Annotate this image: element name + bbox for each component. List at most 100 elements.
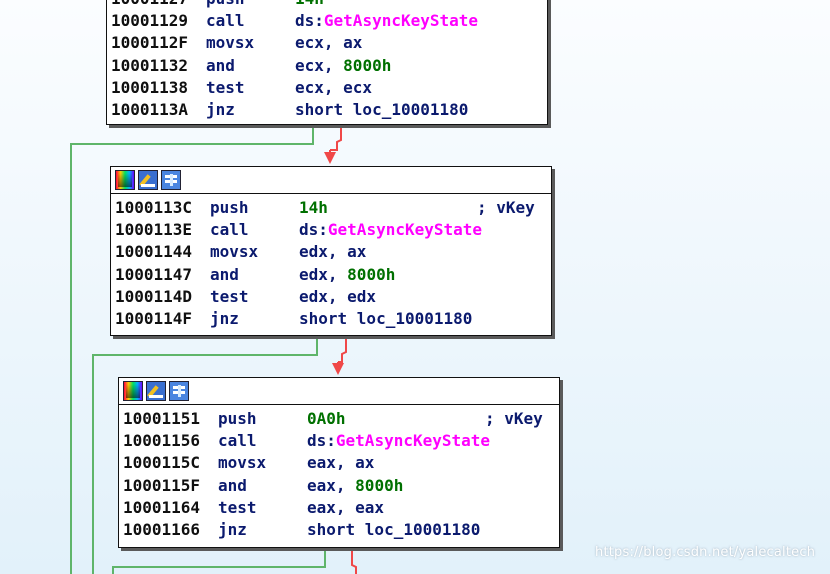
edge-taken-3[interactable]	[112, 547, 326, 574]
code-line[interactable]: 10001129 call ds:GetAsyncKeyState	[111, 10, 543, 32]
mnemonic: movsx	[210, 242, 259, 262]
comment: ; vKey	[485, 409, 543, 428]
code-line[interactable]: 10001156 call ds:GetAsyncKeyState	[123, 430, 555, 452]
color-palette-icon[interactable]	[123, 381, 143, 401]
code-block-3[interactable]: 10001151 push 0A0h ; vKey 10001156 call ds:Ge…	[118, 377, 560, 548]
mnemonic: push	[206, 0, 295, 10]
mnemonic: jnz	[210, 308, 239, 328]
code-line[interactable]: 1000113C push 14h ; vKey	[115, 197, 547, 219]
operand-jump-target[interactable]: short loc_10001180	[307, 519, 480, 541]
graph-layout-icon[interactable]	[161, 170, 181, 190]
operand: eax, ax	[307, 453, 375, 473]
address: 10001144	[115, 242, 193, 262]
code-line[interactable]: 1000114D test edx, edx	[115, 286, 547, 308]
operand-immediate: 8000h	[355, 475, 404, 495]
code-line[interactable]: 10001166 jnz short loc_10001180	[123, 519, 555, 541]
code-line[interactable]: 10001138 test ecx, ecx	[111, 77, 543, 99]
operand: edx,	[299, 264, 348, 284]
mnemonic: movsx	[206, 33, 255, 53]
arrow-fall-2	[332, 363, 344, 375]
code-line[interactable]: 1000115C movsx eax, ax	[123, 452, 555, 474]
watermark-text: https://blog.csdn.net/yalecaltech	[595, 545, 816, 560]
mnemonic: jnz	[218, 519, 247, 539]
operand: eax,	[307, 475, 356, 495]
mnemonic: push	[218, 409, 257, 428]
code-line[interactable]: 10001144 movsx edx, ax	[115, 241, 547, 263]
code-lines: 10001151 push 0A0h ; vKey 10001156 call ds:Ge…	[119, 405, 559, 545]
edge-fall-3[interactable]	[351, 547, 357, 574]
edit-pencil-icon[interactable]	[138, 170, 158, 190]
edit-pencil-icon[interactable]	[146, 381, 166, 401]
mnemonic: and	[218, 475, 247, 495]
code-line[interactable]: 1000114F jnz short loc_10001180	[115, 308, 547, 330]
code-lines: 1000113C push 14h ; vKey 1000113E call ds:Get…	[111, 194, 551, 334]
code-block-1[interactable]: 10001127push14h 10001129 call ds:GetAsyncK…	[106, 0, 548, 125]
operand-immediate: 0A0h	[307, 409, 346, 428]
code-line[interactable]: 1000112F movsx ecx, ax	[111, 32, 543, 54]
comment: ; vKey	[477, 198, 535, 217]
address: 10001166	[123, 519, 201, 539]
code-block-2[interactable]: 1000113C push 14h ; vKey 1000113E call ds:Get…	[110, 166, 552, 336]
operand-jump-target[interactable]: short loc_10001180	[295, 99, 468, 121]
code-line[interactable]: 10001132 and ecx, 8000h	[111, 55, 543, 77]
address: 10001129	[111, 11, 189, 31]
mnemonic: call	[210, 220, 249, 240]
code-line[interactable]: 10001147 and edx, 8000h	[115, 264, 547, 286]
operand-api-name[interactable]: GetAsyncKeyState	[324, 10, 478, 32]
address: 10001127	[111, 0, 206, 10]
address: 1000115F	[123, 475, 201, 495]
mnemonic: and	[210, 264, 239, 284]
operand-immediate: 8000h	[343, 55, 392, 75]
mnemonic: test	[206, 77, 245, 97]
mnemonic: test	[210, 286, 249, 306]
block-toolbar	[119, 378, 559, 405]
operand-segment: ds:	[307, 431, 336, 451]
address: 1000113C	[115, 198, 193, 217]
operand: ecx, ax	[295, 33, 363, 53]
operand-jump-target[interactable]: short loc_10001180	[299, 308, 472, 330]
operand: ecx,	[295, 55, 344, 75]
mnemonic: push	[210, 198, 249, 217]
operand-immediate: 8000h	[347, 264, 396, 284]
arrow-fall-1	[324, 152, 336, 164]
operand-api-name[interactable]: GetAsyncKeyState	[328, 219, 482, 241]
code-line[interactable]: 10001127push14h	[111, 0, 543, 10]
address: 1000115C	[123, 453, 201, 473]
mnemonic: call	[218, 431, 257, 451]
operand-immediate: 14h	[295, 0, 324, 10]
mnemonic: and	[206, 55, 235, 75]
operand: edx, ax	[299, 242, 367, 262]
operand: eax, eax	[307, 497, 385, 517]
address: 10001151	[123, 409, 201, 428]
block-toolbar	[111, 167, 551, 194]
address: 1000113A	[111, 99, 189, 119]
address: 1000112F	[111, 33, 189, 53]
mnemonic: call	[206, 11, 245, 31]
code-line[interactable]: 1000115F and eax, 8000h	[123, 475, 555, 497]
address: 10001156	[123, 431, 201, 451]
color-palette-icon[interactable]	[115, 170, 135, 190]
mnemonic: jnz	[206, 99, 235, 119]
operand: edx, edx	[299, 286, 377, 306]
address: 10001147	[115, 264, 193, 284]
operand: ecx, ecx	[295, 77, 373, 97]
code-line[interactable]: 1000113A jnz short loc_10001180	[111, 99, 543, 121]
code-line[interactable]: 10001151 push 0A0h ; vKey	[123, 408, 555, 430]
graph-layout-icon[interactable]	[169, 381, 189, 401]
code-lines: 10001127push14h 10001129 call ds:GetAsyncK…	[107, 0, 547, 125]
code-line[interactable]: 10001164 test eax, eax	[123, 497, 555, 519]
address: 1000114F	[115, 308, 193, 328]
operand-api-name[interactable]: GetAsyncKeyState	[336, 430, 490, 452]
mnemonic: test	[218, 497, 257, 517]
operand-segment: ds:	[295, 11, 324, 31]
address: 10001138	[111, 77, 189, 97]
operand-segment: ds:	[299, 220, 328, 240]
operand-immediate: 14h	[299, 198, 328, 217]
mnemonic: movsx	[218, 453, 267, 473]
code-line[interactable]: 1000113E call ds:GetAsyncKeyState	[115, 219, 547, 241]
address: 10001132	[111, 55, 189, 75]
edge-fall-1[interactable]	[330, 124, 342, 151]
edge-fall-2[interactable]	[338, 335, 347, 363]
address: 1000114D	[115, 286, 193, 306]
address: 1000113E	[115, 220, 193, 240]
